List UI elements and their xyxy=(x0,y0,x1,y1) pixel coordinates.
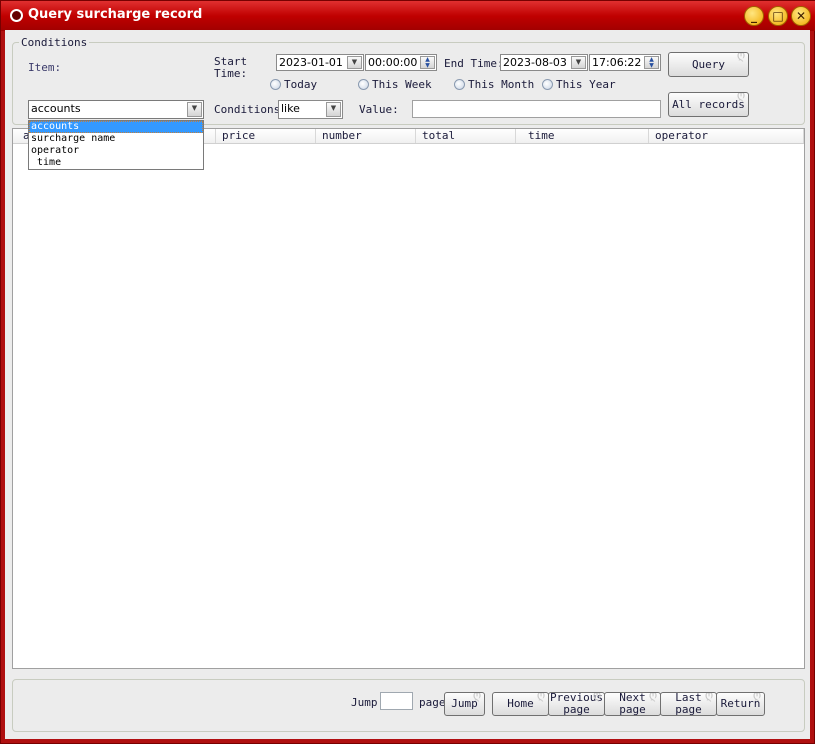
end-date-picker[interactable]: 2023-08-03 ▼ xyxy=(500,54,588,71)
query-button[interactable]: Query xyxy=(668,52,749,77)
all-records-button[interactable]: All records xyxy=(668,92,749,117)
dropdown-option[interactable]: time xyxy=(29,157,203,169)
end-time-field[interactable]: 17:06:22 ▲ ▼ xyxy=(589,54,661,71)
radio-this-month-label[interactable]: This Month xyxy=(468,78,534,91)
radio-this-week[interactable] xyxy=(358,79,369,90)
dropdown-option[interactable]: accounts xyxy=(29,121,203,133)
title-bar[interactable]: Query surcharge record _ □ ✕ xyxy=(1,1,815,31)
column-header-operator[interactable]: operator xyxy=(649,129,804,143)
return-button[interactable]: Return xyxy=(716,692,765,716)
column-header-time[interactable]: time xyxy=(516,129,649,143)
page-label: page xyxy=(419,696,446,709)
item-dropdown-list: accounts surcharge name operator time xyxy=(28,120,204,170)
start-date-value: 2023-01-01 xyxy=(279,56,343,69)
radio-today-label[interactable]: Today xyxy=(284,78,317,91)
spinner-icon[interactable]: ▲ ▼ xyxy=(644,56,659,69)
radio-this-year[interactable] xyxy=(542,79,553,90)
end-date-value: 2023-08-03 xyxy=(503,56,567,69)
radio-this-year-label[interactable]: This Year xyxy=(556,78,616,91)
end-time-value: 17:06:22 xyxy=(592,56,642,69)
end-time-label: End Time: xyxy=(444,57,504,70)
dropdown-option[interactable]: surcharge name xyxy=(29,133,203,145)
page-number-input[interactable] xyxy=(380,692,413,710)
start-time-label: Start Time: xyxy=(214,55,248,80)
chevron-down-icon[interactable]: ▼ xyxy=(347,56,362,69)
close-button[interactable]: ✕ xyxy=(791,6,811,26)
column-header-total[interactable]: total xyxy=(416,129,516,143)
item-value: accounts xyxy=(31,102,81,115)
start-time-field[interactable]: 00:00:00 ▲ ▼ xyxy=(365,54,437,71)
chevron-down-icon[interactable]: ▼ xyxy=(187,102,202,117)
spinner-icon[interactable]: ▲ ▼ xyxy=(420,56,435,69)
app-icon xyxy=(10,9,23,22)
dropdown-option[interactable]: operator xyxy=(29,145,203,157)
conditions-label: Conditions: xyxy=(214,103,287,116)
conditions-select[interactable]: like ▼ xyxy=(278,100,343,119)
value-label: Value: xyxy=(359,103,399,116)
home-button[interactable]: Home xyxy=(492,692,549,716)
minimize-button[interactable]: _ xyxy=(744,6,764,26)
records-table: accounts price number total time operato… xyxy=(12,128,805,669)
item-select[interactable]: accounts ▼ xyxy=(28,100,204,119)
item-label: Item: xyxy=(28,61,62,74)
value-input[interactable] xyxy=(412,100,661,118)
window-title: Query surcharge record xyxy=(28,7,203,22)
chevron-down-icon[interactable]: ▼ xyxy=(571,56,586,69)
radio-today[interactable] xyxy=(270,79,281,90)
jump-button[interactable]: Jump xyxy=(444,692,485,716)
jump-label: Jump xyxy=(351,696,378,709)
previous-page-button[interactable]: Previous page xyxy=(548,692,605,716)
conditions-group-label: Conditions xyxy=(19,36,90,49)
chevron-down-icon[interactable]: ▼ xyxy=(326,102,341,117)
column-header-price[interactable]: price xyxy=(216,129,316,143)
start-date-picker[interactable]: 2023-01-01 ▼ xyxy=(276,54,364,71)
radio-this-week-label[interactable]: This Week xyxy=(372,78,432,91)
conditions-value: like xyxy=(281,102,300,115)
column-header-number[interactable]: number xyxy=(316,129,416,143)
last-page-button[interactable]: Last page xyxy=(660,692,717,716)
maximize-button[interactable]: □ xyxy=(768,6,788,26)
radio-this-month[interactable] xyxy=(454,79,465,90)
next-page-button[interactable]: Next page xyxy=(604,692,661,716)
start-time-value: 00:00:00 xyxy=(368,56,418,69)
